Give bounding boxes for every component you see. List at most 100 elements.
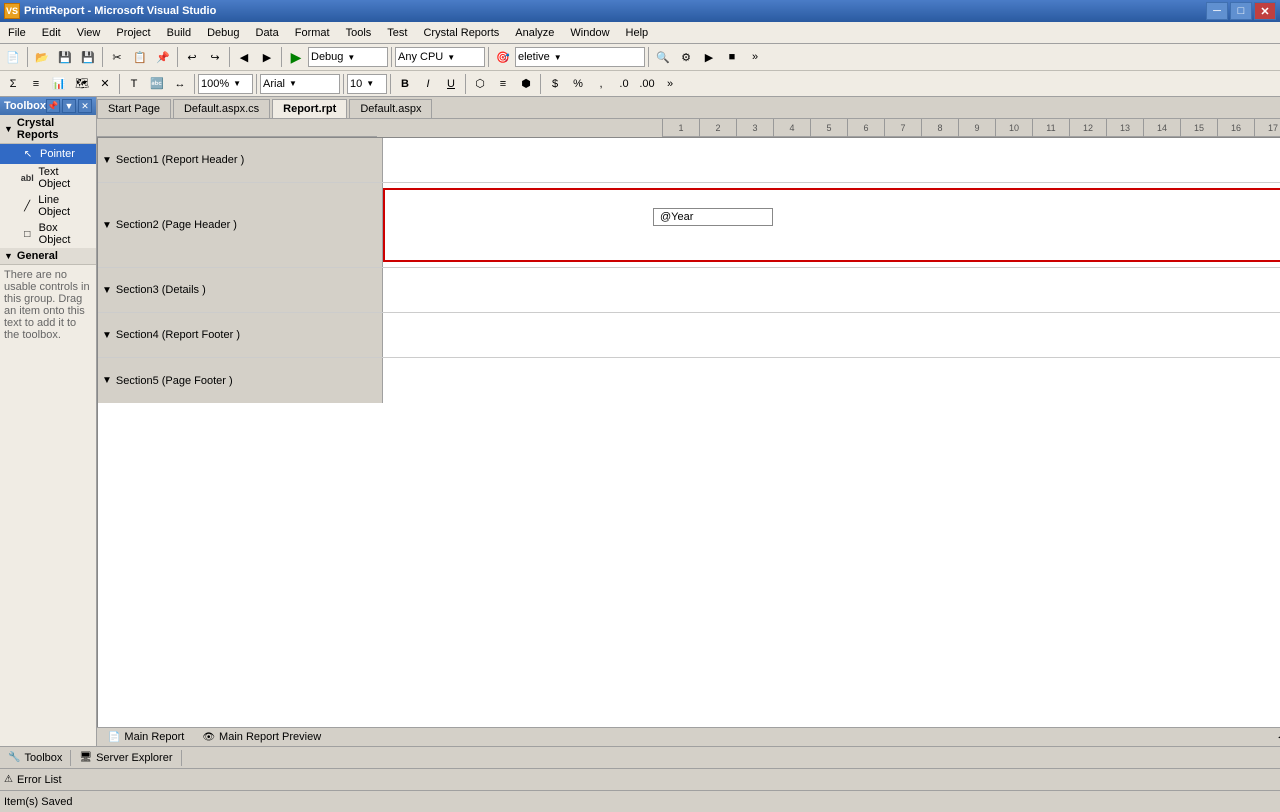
new-project-btn[interactable]: 📄 — [2, 46, 24, 68]
menu-build[interactable]: Build — [159, 22, 199, 43]
open-btn[interactable]: 📂 — [31, 46, 53, 68]
error-list-btn[interactable]: ⚠ Error List — [4, 774, 62, 786]
section5-collapse[interactable]: ▼ — [102, 375, 112, 386]
menu-window[interactable]: Window — [562, 22, 617, 43]
nav-fwd-btn[interactable]: ▶ — [256, 46, 278, 68]
save-all-btn[interactable]: 💾 — [77, 46, 99, 68]
cut-btn[interactable]: ✂ — [106, 46, 128, 68]
menu-view[interactable]: View — [69, 22, 109, 43]
bottom-tab-nav[interactable]: ◀ ▶ ✕ — [1274, 729, 1280, 745]
nav-back-btn[interactable]: ◀ — [233, 46, 255, 68]
sum-btn[interactable]: Σ — [2, 73, 24, 95]
toolbox-pin-btn[interactable]: 📌 — [46, 99, 60, 113]
toolbox-expand-btn[interactable]: ▼ — [62, 99, 76, 113]
cpu-dropdown[interactable]: Any CPU ▼ — [395, 47, 485, 67]
menu-format[interactable]: Format — [287, 22, 338, 43]
dock-toolbox[interactable]: 🔧 Toolbox — [0, 750, 71, 766]
more-btn[interactable]: » — [744, 46, 766, 68]
nav-prev-btn[interactable]: ◀ — [1274, 729, 1280, 745]
italic-btn[interactable]: I — [417, 73, 439, 95]
section4-text: Section4 (Report Footer ) — [116, 329, 240, 341]
close-button[interactable]: ✕ — [1254, 2, 1276, 20]
menu-crystal-reports[interactable]: Crystal Reports — [415, 22, 507, 43]
preview-label: Main Report Preview — [219, 731, 321, 743]
menu-project[interactable]: Project — [108, 22, 158, 43]
bold-btn[interactable]: B — [394, 73, 416, 95]
toolbox-close-btn[interactable]: ✕ — [78, 99, 92, 113]
toolbox-item-box-object[interactable]: □ Box Object — [0, 220, 96, 248]
bottom-tab-preview[interactable]: 👁 Main Report Preview — [193, 728, 330, 746]
align-left-btn[interactable]: ⬡ — [469, 73, 491, 95]
stop-btn[interactable]: ■ — [721, 46, 743, 68]
align-btn[interactable]: ≡ — [25, 73, 47, 95]
section3-collapse[interactable]: ▼ — [102, 285, 112, 296]
section5-label: ▼ Section5 (Page Footer ) — [98, 358, 383, 403]
bottom-tab-main-report[interactable]: 📄 Main Report — [99, 728, 193, 746]
menu-analyze[interactable]: Analyze — [507, 22, 562, 43]
comma-btn[interactable]: , — [590, 73, 612, 95]
decimal-inc-btn[interactable]: .0 — [613, 73, 635, 95]
report-canvas[interactable]: 1 2 3 4 5 6 7 8 9 10 11 12 13 14 15 16 1 — [97, 119, 1280, 727]
tab-report-rpt[interactable]: Report.rpt — [272, 99, 347, 118]
section4-collapse[interactable]: ▼ — [102, 330, 112, 341]
tools-btn2[interactable]: ⚙ — [675, 46, 697, 68]
fontsize-dropdown[interactable]: 10 ▼ — [347, 74, 387, 94]
copy-btn[interactable]: 📋 — [129, 46, 151, 68]
toolbox-item-line-object[interactable]: ╱ Line Object — [0, 192, 96, 220]
paste-btn[interactable]: 📌 — [152, 46, 174, 68]
year-field-container[interactable]: @Year — [653, 208, 773, 226]
save-btn[interactable]: 💾 — [54, 46, 76, 68]
target-dropdown[interactable]: eletive ▼ — [515, 47, 645, 67]
dock-server-explorer[interactable]: 🖥 Server Explorer — [71, 750, 181, 766]
percent-btn[interactable]: % — [567, 73, 589, 95]
debug-config-dropdown[interactable]: Debug ▼ — [308, 47, 388, 67]
section1-collapse[interactable]: ▼ — [102, 155, 112, 166]
t2-btn[interactable]: 🔤 — [146, 73, 168, 95]
tab-default-aspx[interactable]: Default.aspx — [349, 99, 432, 118]
menu-data[interactable]: Data — [248, 22, 287, 43]
align-center-btn[interactable]: ≡ — [492, 73, 514, 95]
currency-btn[interactable]: $ — [544, 73, 566, 95]
section5-content[interactable] — [383, 358, 1280, 403]
run-btn[interactable]: ▶ — [698, 46, 720, 68]
maximize-button[interactable]: □ — [1230, 2, 1252, 20]
toolbox-header-buttons[interactable]: 📌 ▼ ✕ — [46, 99, 92, 113]
cross-btn[interactable]: ✕ — [94, 73, 116, 95]
toolbox-item-text-object[interactable]: abl Text Object — [0, 164, 96, 192]
toolbox-item-pointer[interactable]: ↖ Pointer — [0, 144, 96, 164]
more-btn2[interactable]: » — [659, 73, 681, 95]
year-field[interactable]: @Year — [653, 208, 773, 226]
title-bar-buttons[interactable]: ─ □ ✕ — [1206, 2, 1276, 20]
tab-default-cs[interactable]: Default.aspx.cs — [173, 99, 270, 118]
menu-help[interactable]: Help — [618, 22, 657, 43]
underline-btn[interactable]: U — [440, 73, 462, 95]
align-right-btn[interactable]: ⬢ — [515, 73, 537, 95]
zoom-dropdown[interactable]: 100% ▼ — [198, 74, 253, 94]
sep4 — [229, 47, 230, 67]
t1-btn[interactable]: T — [123, 73, 145, 95]
section3-content[interactable] — [383, 268, 1280, 312]
search-btn[interactable]: 🔍 — [652, 46, 674, 68]
decimal-dec-btn[interactable]: .00 — [636, 73, 658, 95]
menu-test[interactable]: Test — [379, 22, 415, 43]
section2-content[interactable]: @Year — [383, 183, 1280, 267]
toolbox-group-crystal[interactable]: ▼ Crystal Reports — [0, 115, 96, 144]
menu-debug[interactable]: Debug — [199, 22, 247, 43]
minimize-button[interactable]: ─ — [1206, 2, 1228, 20]
section2-collapse[interactable]: ▼ — [102, 220, 112, 231]
menu-edit[interactable]: Edit — [34, 22, 69, 43]
ruler-mark-8: 8 — [921, 119, 958, 137]
section4-content[interactable] — [383, 313, 1280, 357]
map-btn[interactable]: 🗺 — [71, 73, 93, 95]
debug-start-btn[interactable]: ▶ — [285, 46, 307, 68]
t3-btn[interactable]: ↔ — [169, 73, 191, 95]
tab-start-page[interactable]: Start Page — [97, 99, 171, 118]
section1-content[interactable] — [383, 138, 1280, 182]
menu-file[interactable]: File — [0, 22, 34, 43]
font-dropdown[interactable]: Arial ▼ — [260, 74, 340, 94]
menu-tools[interactable]: Tools — [338, 22, 380, 43]
toolbox-group-general[interactable]: ▼ General — [0, 248, 96, 265]
undo-btn[interactable]: ↩ — [181, 46, 203, 68]
redo-btn[interactable]: ↪ — [204, 46, 226, 68]
chart-btn[interactable]: 📊 — [48, 73, 70, 95]
